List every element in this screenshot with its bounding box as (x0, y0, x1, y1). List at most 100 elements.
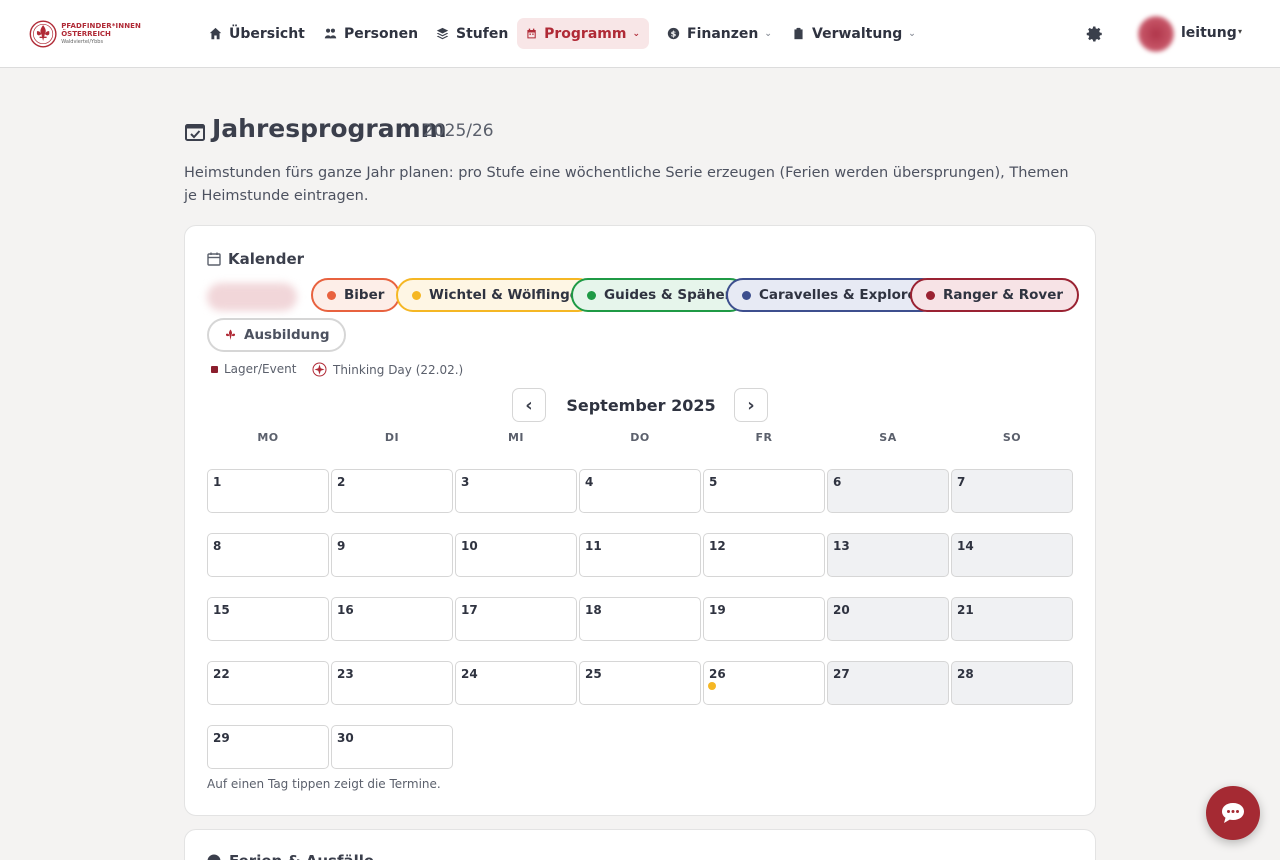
day-number: 19 (709, 603, 726, 617)
page-description: Heimstunden fürs ganze Jahr planen: pro … (184, 165, 1069, 204)
brand-line-1: PFADFINDER*INNEN (61, 22, 141, 30)
calendar-day[interactable]: 8 (207, 533, 329, 577)
day-number: 17 (461, 603, 478, 617)
all-filter-pill[interactable] (207, 283, 297, 311)
calendar-day[interactable]: 27 (827, 661, 949, 705)
filter-pill-guides-spaeher[interactable]: Guides & Späher (571, 278, 748, 312)
calendar-day[interactable]: 4 (579, 469, 701, 513)
calendar-day[interactable]: 5 (703, 469, 825, 513)
nav-item-programm[interactable]: Programm ⌄ (517, 18, 649, 49)
weekday-label: MI (507, 431, 525, 444)
calendar-day[interactable]: 24 (455, 661, 577, 705)
filter-label: Guides & Späher (604, 287, 732, 303)
page-year: 2025/26 (423, 121, 494, 141)
calendar-day[interactable]: 15 (207, 597, 329, 641)
day-number: 12 (709, 539, 726, 553)
nav-label: Programm (544, 25, 627, 42)
calendar-day[interactable]: 9 (331, 533, 453, 577)
nav-item-stufen[interactable]: Stufen (427, 18, 517, 49)
filter-pill-ausbildung[interactable]: Ausbildung (207, 318, 346, 352)
day-number: 25 (585, 667, 602, 681)
user-menu-caret-icon[interactable]: ▾ (1238, 27, 1242, 36)
day-number: 28 (957, 667, 974, 681)
calendar-title: Kalender (228, 250, 305, 268)
filter-pill-biber[interactable]: Biber (311, 278, 401, 312)
calendar-day[interactable]: 21 (951, 597, 1073, 641)
nav-label: Finanzen (687, 25, 759, 42)
nav-item-uebersicht[interactable]: Übersicht (200, 18, 314, 49)
day-number: 18 (585, 603, 602, 617)
info-icon (207, 854, 221, 860)
weekday-label: SA (879, 431, 897, 444)
calendar-day[interactable]: 1 (207, 469, 329, 513)
chevron-down-icon: ⌄ (908, 28, 916, 39)
day-number: 4 (585, 475, 594, 489)
day-number: 10 (461, 539, 478, 553)
chat-button[interactable] (1206, 786, 1260, 840)
weekday-label: MO (257, 431, 279, 444)
next-month-button[interactable]: › (734, 388, 768, 422)
day-number: 29 (213, 731, 230, 745)
day-number: 9 (337, 539, 346, 553)
calendar-day[interactable]: 26 (703, 661, 825, 705)
nav-label: Übersicht (229, 25, 305, 42)
chat-bubble-icon (1222, 803, 1244, 823)
day-number: 2 (337, 475, 346, 489)
weekday-label: FR (755, 431, 773, 444)
day-number: 3 (461, 475, 470, 489)
avatar[interactable] (1138, 16, 1174, 52)
calendar-day[interactable]: 30 (331, 725, 453, 769)
home-icon (209, 27, 222, 40)
thinking-day-icon (312, 362, 327, 377)
nav-item-verwaltung[interactable]: Verwaltung ⌄ (783, 18, 925, 49)
calendar-day[interactable]: 2 (331, 469, 453, 513)
calendar-day[interactable]: 23 (331, 661, 453, 705)
layers-icon (436, 27, 449, 40)
calendar-day[interactable]: 11 (579, 533, 701, 577)
brand-logo[interactable]: PFADFINDER*INNEN ÖSTERREICH Waldviertel/… (29, 17, 141, 51)
legend-event: Lager/Event (211, 362, 296, 376)
people-icon (324, 28, 337, 39)
day-number: 26 (709, 667, 726, 681)
calendar-day[interactable]: 14 (951, 533, 1073, 577)
calendar-day[interactable]: 20 (827, 597, 949, 641)
gear-icon[interactable] (1086, 25, 1104, 43)
calendar-day[interactable]: 19 (703, 597, 825, 641)
filter-label: Ranger & Rover (943, 287, 1064, 303)
calendar-day[interactable]: 12 (703, 533, 825, 577)
day-number: 5 (709, 475, 718, 489)
calendar-card: Kalender Biber Wichtel & Wölflinge Guide… (184, 225, 1096, 816)
day-number: 15 (213, 603, 230, 617)
filter-label: Biber (344, 287, 385, 303)
calendar-day[interactable]: 3 (455, 469, 577, 513)
nav-label: Stufen (456, 25, 509, 42)
calendar-day[interactable]: 17 (455, 597, 577, 641)
filter-pill-wichtel-woelflinge[interactable]: Wichtel & Wölflinge (396, 278, 595, 312)
filter-pill-caravelles-explorer[interactable]: Caravelles & Explorer (726, 278, 940, 312)
calendar-day[interactable]: 6 (827, 469, 949, 513)
legend-thinking-day: Thinking Day (22.02.) (312, 362, 463, 377)
color-dot (587, 290, 596, 300)
nav-item-personen[interactable]: Personen (315, 18, 427, 49)
nav-item-finanzen[interactable]: $ Finanzen ⌄ (658, 18, 781, 49)
calendar-icon (527, 28, 536, 39)
calendar-day[interactable]: 7 (951, 469, 1073, 513)
day-number: 1 (213, 475, 222, 489)
calendar-day[interactable]: 10 (455, 533, 577, 577)
calendar-day[interactable]: 13 (827, 533, 949, 577)
calendar-day[interactable]: 28 (951, 661, 1073, 705)
legend-event-label: Lager/Event (224, 362, 297, 376)
day-number: 7 (957, 475, 966, 489)
scout-emblem-icon (29, 20, 57, 48)
calendar-day[interactable]: 16 (331, 597, 453, 641)
filter-pill-ranger-rover[interactable]: Ranger & Rover (910, 278, 1080, 312)
event-dot (708, 682, 716, 690)
user-name[interactable]: leitung (1181, 25, 1237, 41)
scout-lily-icon (226, 329, 235, 340)
calendar-day[interactable]: 25 (579, 661, 701, 705)
brand-line-2: ÖSTERREICH (61, 30, 111, 38)
event-square-icon (211, 365, 218, 373)
calendar-day[interactable]: 22 (207, 661, 329, 705)
calendar-day[interactable]: 29 (207, 725, 329, 769)
calendar-day[interactable]: 18 (579, 597, 701, 641)
